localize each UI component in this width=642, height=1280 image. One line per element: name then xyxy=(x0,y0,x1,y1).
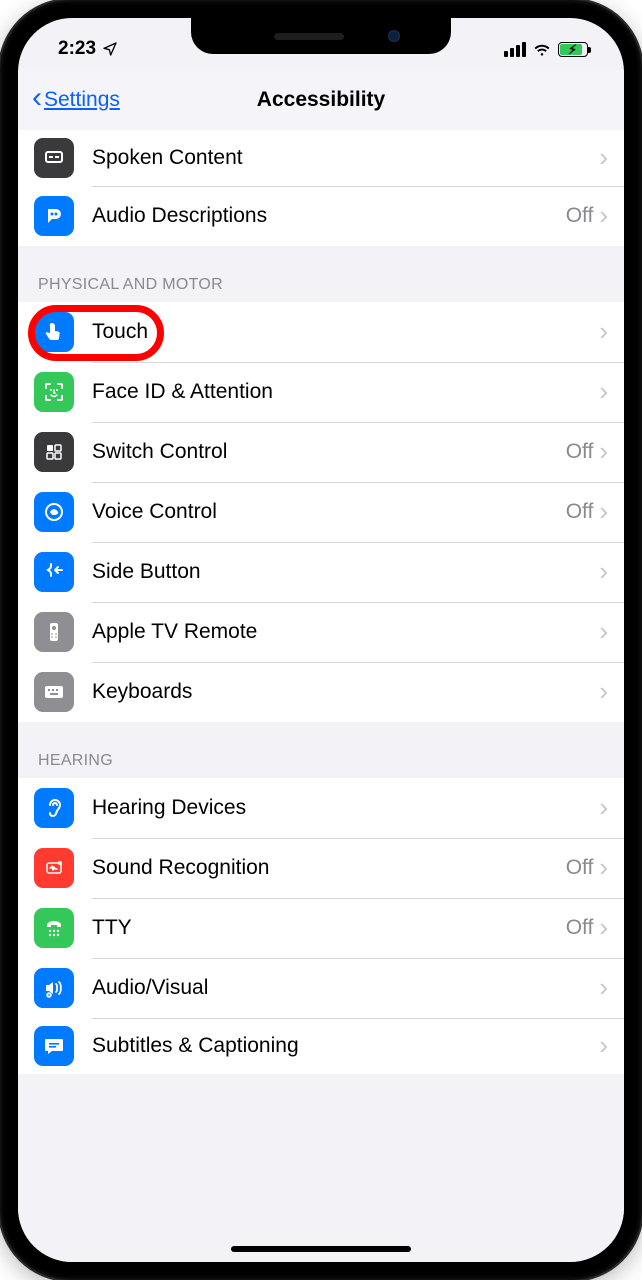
speaker-grille xyxy=(274,33,344,40)
tty-icon xyxy=(34,908,74,948)
screen: 2:23 ⚡︎ ‹ Settings Accessibility xyxy=(18,18,624,1262)
row-label: Sound Recognition xyxy=(92,856,566,880)
chevron-right-icon: › xyxy=(599,316,608,347)
row-spoken-content[interactable]: Spoken Content › xyxy=(18,130,624,186)
row-sound-recognition[interactable]: Sound Recognition Off › xyxy=(18,838,624,898)
group-physical: Touch › Face ID & Attention › Switch Con… xyxy=(18,302,624,722)
settings-list[interactable]: Spoken Content › Audio Descriptions Off … xyxy=(18,130,624,1262)
notch xyxy=(191,18,451,54)
location-icon xyxy=(102,41,118,57)
row-value: Off xyxy=(566,916,594,940)
chevron-right-icon: › xyxy=(599,792,608,823)
home-indicator[interactable] xyxy=(231,1246,411,1252)
device-frame: 2:23 ⚡︎ ‹ Settings Accessibility xyxy=(0,0,642,1280)
row-keyboards[interactable]: Keyboards › xyxy=(18,662,624,722)
row-value: Off xyxy=(566,856,594,880)
chevron-right-icon: › xyxy=(599,1030,608,1061)
sound-recognition-icon xyxy=(34,848,74,888)
row-label: Touch xyxy=(92,320,599,344)
chevron-right-icon: › xyxy=(599,376,608,407)
row-tty[interactable]: TTY Off › xyxy=(18,898,624,958)
ear-icon xyxy=(34,788,74,828)
row-audio-visual[interactable]: Audio/Visual › xyxy=(18,958,624,1018)
row-apple-tv-remote[interactable]: Apple TV Remote › xyxy=(18,602,624,662)
back-label: Settings xyxy=(44,88,120,112)
chevron-right-icon: › xyxy=(599,496,608,527)
row-value: Off xyxy=(566,440,594,464)
chevron-right-icon: › xyxy=(599,852,608,883)
group-hearing: Hearing Devices › Sound Recognition Off … xyxy=(18,778,624,1074)
row-audio-descriptions[interactable]: Audio Descriptions Off › xyxy=(18,186,624,246)
row-value: Off xyxy=(566,500,594,524)
chevron-left-icon: ‹ xyxy=(32,81,42,115)
row-side-button[interactable]: Side Button › xyxy=(18,542,624,602)
faceid-icon xyxy=(34,372,74,412)
side-button-icon xyxy=(34,552,74,592)
voice-control-icon xyxy=(34,492,74,532)
back-button[interactable]: ‹ Settings xyxy=(18,83,120,117)
row-faceid[interactable]: Face ID & Attention › xyxy=(18,362,624,422)
chevron-right-icon: › xyxy=(599,556,608,587)
row-hearing-devices[interactable]: Hearing Devices › xyxy=(18,778,624,838)
chevron-right-icon: › xyxy=(599,142,608,173)
switch-control-icon xyxy=(34,432,74,472)
group-speech: Spoken Content › Audio Descriptions Off … xyxy=(18,130,624,246)
wifi-icon xyxy=(532,39,552,59)
row-label: Switch Control xyxy=(92,440,566,464)
chevron-right-icon: › xyxy=(599,972,608,1003)
spoken-content-icon xyxy=(34,138,74,178)
row-label: Apple TV Remote xyxy=(92,620,599,644)
touch-icon xyxy=(34,312,74,352)
audio-descriptions-icon xyxy=(34,196,74,236)
section-header-physical: PHYSICAL AND MOTOR xyxy=(18,246,624,302)
row-subtitles[interactable]: Subtitles & Captioning › xyxy=(18,1018,624,1074)
navigation-bar: ‹ Settings Accessibility xyxy=(18,70,624,130)
row-touch[interactable]: Touch › xyxy=(18,302,624,362)
cellular-signal-icon xyxy=(504,42,526,57)
row-switch-control[interactable]: Switch Control Off › xyxy=(18,422,624,482)
keyboard-icon xyxy=(34,672,74,712)
row-label: Audio/Visual xyxy=(92,976,599,1000)
chevron-right-icon: › xyxy=(599,912,608,943)
row-value: Off xyxy=(566,204,594,228)
row-label: Spoken Content xyxy=(92,146,599,170)
row-label: Face ID & Attention xyxy=(92,380,599,404)
row-label: Hearing Devices xyxy=(92,796,599,820)
row-label: Keyboards xyxy=(92,680,599,704)
chevron-right-icon: › xyxy=(599,616,608,647)
section-header-hearing: HEARING xyxy=(18,722,624,778)
row-label: Subtitles & Captioning xyxy=(92,1034,599,1058)
row-voice-control[interactable]: Voice Control Off › xyxy=(18,482,624,542)
front-camera xyxy=(388,30,400,42)
row-label: Audio Descriptions xyxy=(92,204,566,228)
remote-icon xyxy=(34,612,74,652)
chevron-right-icon: › xyxy=(599,436,608,467)
row-label: Side Button xyxy=(92,560,599,584)
chevron-right-icon: › xyxy=(599,200,608,231)
row-label: TTY xyxy=(92,916,566,940)
row-label: Voice Control xyxy=(92,500,566,524)
status-time: 2:23 xyxy=(58,38,96,60)
battery-icon: ⚡︎ xyxy=(558,42,588,57)
chevron-right-icon: › xyxy=(599,676,608,707)
audio-visual-icon xyxy=(34,968,74,1008)
subtitles-icon xyxy=(34,1026,74,1066)
